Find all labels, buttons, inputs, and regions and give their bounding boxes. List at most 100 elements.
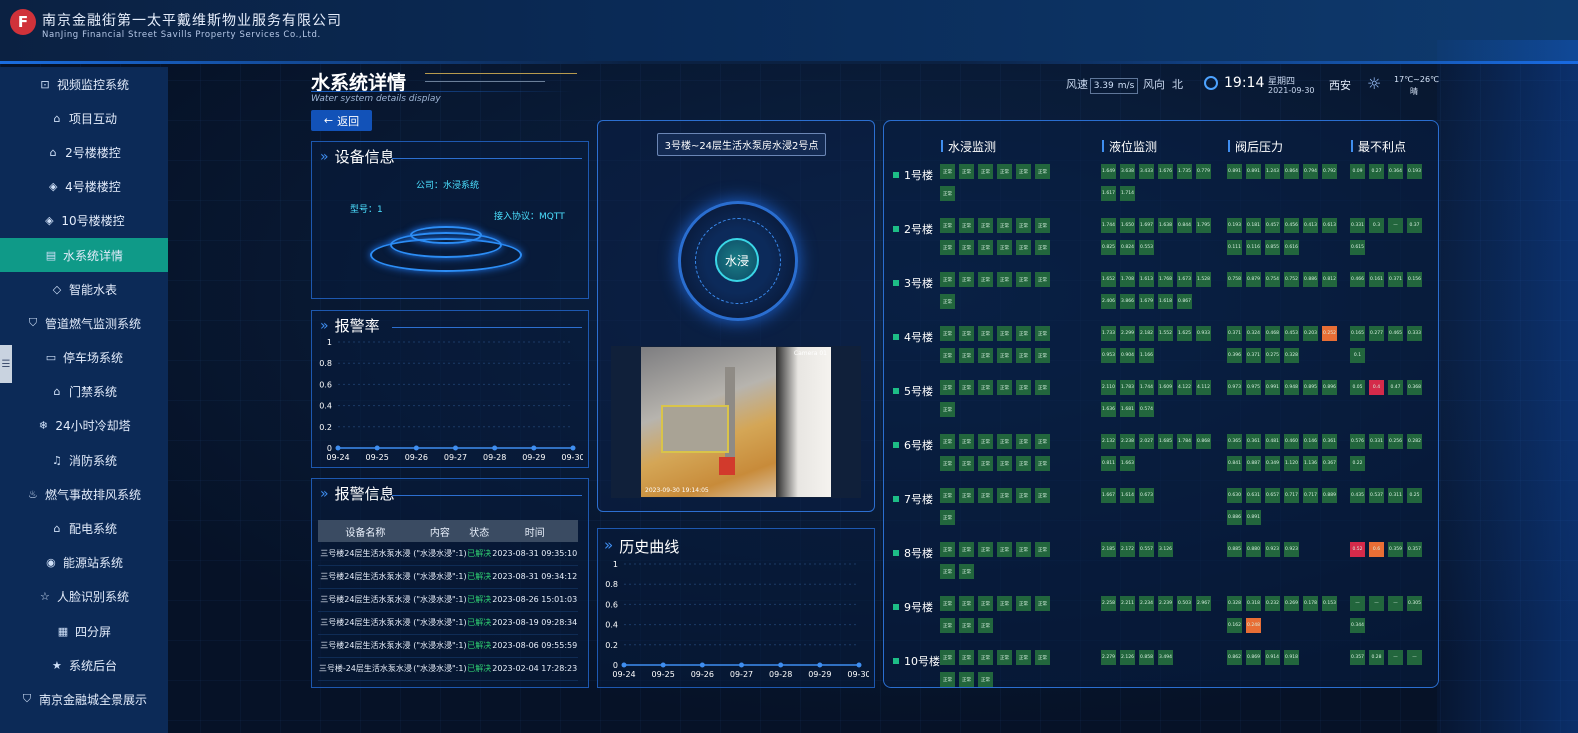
pressure-cell[interactable]: 0.481 — [1265, 434, 1280, 449]
pressure-cell[interactable]: 0.371 — [1246, 348, 1261, 363]
pressure-cell[interactable]: 0.887 — [1246, 456, 1261, 471]
water-cell[interactable]: 正常 — [940, 272, 955, 287]
pressure-cell[interactable]: 0.752 — [1284, 272, 1299, 287]
building-label[interactable]: 6号楼 — [893, 437, 933, 453]
water-cell[interactable]: 正常 — [940, 618, 955, 633]
pressure-cell[interactable]: 0.178 — [1303, 596, 1318, 611]
worst-cell[interactable]: 0.47 — [1388, 380, 1403, 395]
water-cell[interactable]: 正常 — [1016, 542, 1031, 557]
water-cell[interactable]: 正常 — [978, 672, 993, 687]
sidebar-item[interactable]: ⌂ 配电系统 — [0, 511, 168, 545]
pressure-cell[interactable]: 0.880 — [1246, 542, 1261, 557]
water-cell[interactable]: 正常 — [940, 164, 955, 179]
level-cell[interactable]: 1.673 — [1177, 272, 1192, 287]
level-cell[interactable]: 2.110 — [1101, 380, 1116, 395]
water-cell[interactable]: 正常 — [997, 380, 1012, 395]
pressure-cell[interactable]: 0.252 — [1322, 326, 1337, 341]
water-cell[interactable]: 正常 — [959, 240, 974, 255]
water-cell[interactable]: 正常 — [978, 326, 993, 341]
worst-cell[interactable]: 0.52 — [1350, 542, 1365, 557]
level-cell[interactable]: 0.503 — [1177, 596, 1192, 611]
water-cell[interactable]: 正常 — [959, 434, 974, 449]
pressure-cell[interactable]: 0.361 — [1246, 434, 1261, 449]
water-cell[interactable]: 正常 — [978, 456, 993, 471]
worst-cell[interactable]: 0.465 — [1388, 326, 1403, 341]
level-cell[interactable]: 1.735 — [1177, 164, 1192, 179]
table-row[interactable]: 三号楼24层生活水泵水浸 ("水浸水浸":1) 已解决 2023-08-31 09:3… — [318, 542, 578, 566]
pressure-cell[interactable]: 0.758 — [1227, 272, 1242, 287]
pressure-cell[interactable]: 0.275 — [1265, 348, 1280, 363]
water-cell[interactable]: 正常 — [1035, 218, 1050, 233]
water-cell[interactable]: 正常 — [940, 348, 955, 363]
water-cell[interactable]: 正常 — [978, 348, 993, 363]
sidebar-item[interactable]: ◈ 10号楼楼控 — [0, 204, 168, 238]
level-cell[interactable]: 1.625 — [1177, 326, 1192, 341]
water-cell[interactable]: 正常 — [978, 434, 993, 449]
pressure-cell[interactable]: 0.869 — [1246, 650, 1261, 665]
water-cell[interactable]: 正常 — [997, 596, 1012, 611]
worst-cell[interactable]: 0.537 — [1369, 488, 1384, 503]
level-cell[interactable]: 3.126 — [1158, 542, 1173, 557]
water-cell[interactable]: 正常 — [978, 164, 993, 179]
level-cell[interactable]: 1.744 — [1139, 380, 1154, 395]
worst-cell[interactable]: 0.282 — [1407, 434, 1422, 449]
table-row[interactable]: 三号楼24层生活水泵水浸 ("水浸水浸":1) 已解决 2023-08-19 09:2… — [318, 611, 578, 635]
pressure-cell[interactable]: 0.973 — [1227, 380, 1242, 395]
level-cell[interactable]: 2.211 — [1120, 596, 1135, 611]
water-cell[interactable]: 正常 — [997, 218, 1012, 233]
level-cell[interactable]: 1.667 — [1101, 488, 1116, 503]
sidebar-item[interactable]: ♨ 燃气事故排风系统 — [0, 477, 168, 511]
pressure-cell[interactable]: 0.116 — [1246, 240, 1261, 255]
pressure-cell[interactable]: 0.328 — [1227, 596, 1242, 611]
water-cell[interactable]: 正常 — [959, 456, 974, 471]
water-cell[interactable]: 正常 — [959, 380, 974, 395]
water-cell[interactable]: 正常 — [978, 240, 993, 255]
pressure-cell[interactable]: 0.269 — [1284, 596, 1299, 611]
water-cell[interactable]: 正常 — [978, 618, 993, 633]
water-cell[interactable]: 正常 — [940, 672, 955, 687]
pressure-cell[interactable]: 0.895 — [1303, 380, 1318, 395]
water-cell[interactable]: 正常 — [940, 650, 955, 665]
worst-cell[interactable]: — — [1388, 650, 1403, 665]
water-cell[interactable]: 正常 — [997, 164, 1012, 179]
sidebar-item[interactable]: ⌂ 门禁系统 — [0, 375, 168, 409]
worst-cell[interactable]: 0.371 — [1388, 272, 1403, 287]
pressure-cell[interactable]: 0.717 — [1303, 488, 1318, 503]
worst-cell[interactable]: 0.331 — [1369, 434, 1384, 449]
worst-cell[interactable]: — — [1388, 596, 1403, 611]
worst-cell[interactable]: 0.277 — [1369, 326, 1384, 341]
water-cell[interactable]: 正常 — [940, 456, 955, 471]
level-cell[interactable]: 1.784 — [1177, 434, 1192, 449]
pressure-cell[interactable]: 0.460 — [1284, 434, 1299, 449]
pressure-cell[interactable]: 0.923 — [1284, 542, 1299, 557]
level-cell[interactable]: 2.172 — [1120, 542, 1135, 557]
water-cell[interactable]: 正常 — [959, 542, 974, 557]
pressure-cell[interactable]: 0.181 — [1246, 218, 1261, 233]
water-cell[interactable]: 正常 — [959, 488, 974, 503]
water-cell[interactable]: 正常 — [978, 218, 993, 233]
sidebar-item[interactable]: ♫ 消防系统 — [0, 443, 168, 477]
worst-cell[interactable]: 0.256 — [1388, 434, 1403, 449]
level-cell[interactable]: 2.258 — [1101, 596, 1116, 611]
pressure-cell[interactable]: 0.203 — [1303, 326, 1318, 341]
water-cell[interactable]: 正常 — [1016, 434, 1031, 449]
pressure-cell[interactable]: 0.232 — [1265, 596, 1280, 611]
worst-cell[interactable]: — — [1407, 650, 1422, 665]
pressure-cell[interactable]: 0.891 — [1246, 164, 1261, 179]
pressure-cell[interactable]: 0.841 — [1227, 456, 1242, 471]
worst-cell[interactable]: 0.344 — [1350, 618, 1365, 633]
level-cell[interactable]: 1.618 — [1158, 294, 1173, 309]
pressure-cell[interactable]: 0.456 — [1284, 218, 1299, 233]
camera-feed[interactable]: 2023-09-30 19:14:05 Camera 01 — [641, 347, 831, 497]
table-row[interactable]: 三号楼-24层生活水泵水浸 ("水浸水浸":1) 已解决 2023-02-04 17:… — [318, 657, 578, 681]
pressure-cell[interactable]: 0.146 — [1303, 434, 1318, 449]
water-cell[interactable]: 正常 — [959, 618, 974, 633]
water-cell[interactable]: 正常 — [978, 488, 993, 503]
water-cell[interactable]: 正常 — [1035, 596, 1050, 611]
level-cell[interactable]: 1.649 — [1101, 164, 1116, 179]
worst-cell[interactable]: 0.359 — [1388, 542, 1403, 557]
worst-cell[interactable]: — — [1369, 596, 1384, 611]
level-cell[interactable]: 2.238 — [1120, 434, 1135, 449]
worst-cell[interactable]: 0.161 — [1369, 272, 1384, 287]
water-cell[interactable]: 正常 — [1035, 456, 1050, 471]
